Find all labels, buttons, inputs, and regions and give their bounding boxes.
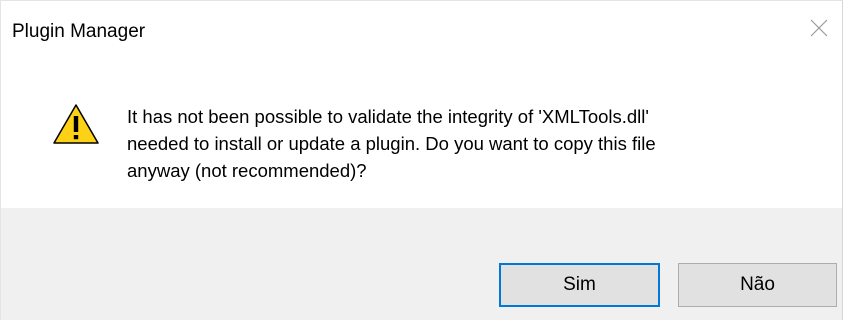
plugin-manager-dialog: Plugin Manager It has not been possible … bbox=[0, 0, 843, 320]
message-text: It has not been possible to validate the… bbox=[127, 106, 656, 181]
close-icon bbox=[810, 19, 828, 37]
close-button[interactable] bbox=[806, 15, 832, 41]
window-title: Plugin Manager bbox=[12, 21, 146, 42]
yes-button[interactable]: Sim bbox=[499, 263, 660, 307]
button-bar: Sim Não bbox=[1, 208, 842, 320]
title-bar: Plugin Manager bbox=[1, 1, 842, 63]
message-area: It has not been possible to validate the… bbox=[1, 63, 842, 208]
no-button[interactable]: Não bbox=[678, 263, 837, 307]
warning-icon bbox=[53, 104, 99, 144]
